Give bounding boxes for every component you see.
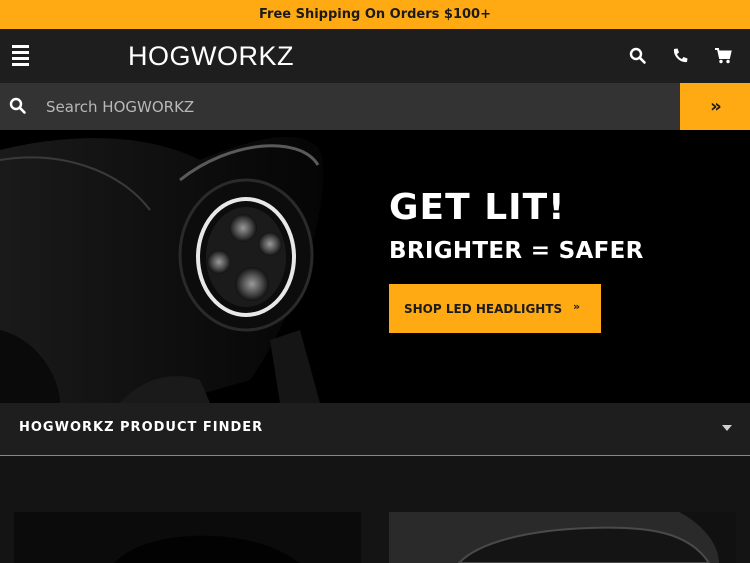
search-input[interactable] [37, 91, 667, 122]
category-card-image [389, 512, 736, 563]
logo-text: HOGWORKZ [128, 41, 294, 71]
site-header: HOGWORKZ [0, 29, 750, 83]
search-bar: » [0, 83, 750, 130]
search-submit-button[interactable]: » [680, 83, 750, 130]
cart-icon[interactable] [714, 47, 732, 65]
category-card[interactable] [14, 512, 361, 563]
hero-banner[interactable]: GET LIT! BRIGHTER = SAFER SHOP LED HEADL… [0, 130, 750, 403]
search-field-icon [9, 97, 26, 114]
chevron-right-double-icon: » [573, 300, 580, 313]
promo-text: Free Shipping On Orders $100+ [258, 7, 491, 22]
promo-banner: Free Shipping On Orders $100+ [0, 0, 750, 29]
product-finder-label: HOGWORKZ PRODUCT FINDER [19, 420, 264, 435]
product-finder-toggle[interactable]: HOGWORKZ PRODUCT FINDER [0, 403, 750, 456]
caret-down-icon [722, 425, 732, 431]
shop-led-headlights-button[interactable]: SHOP LED HEADLIGHTS » [389, 284, 601, 333]
hero-subtitle: BRIGHTER = SAFER [389, 238, 644, 264]
search-icon[interactable] [629, 47, 647, 65]
chevron-right-double-icon: » [710, 96, 722, 117]
headlight-image [0, 130, 380, 403]
category-card-image [14, 512, 361, 563]
menu-icon[interactable] [12, 45, 32, 66]
site-logo[interactable]: HOGWORKZ [128, 41, 294, 71]
category-cards [0, 456, 750, 563]
cta-label: SHOP LED HEADLIGHTS [404, 301, 563, 316]
phone-icon[interactable] [671, 47, 689, 65]
hero-title: GET LIT! [389, 187, 566, 228]
category-card[interactable] [389, 512, 736, 563]
